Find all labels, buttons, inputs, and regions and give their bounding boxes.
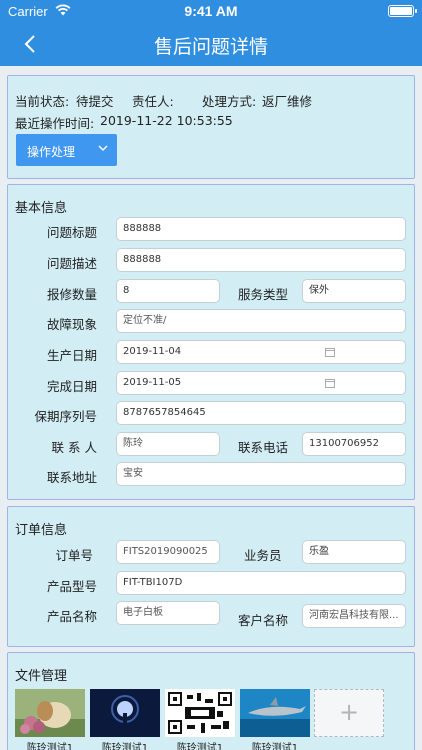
prod-date-label: 生产日期: [46, 348, 97, 363]
fault-label: 故障现象: [46, 317, 97, 332]
contact-field[interactable]: 陈玲: [116, 432, 220, 456]
sales-label: 业务员: [244, 548, 282, 563]
file-thumbnail[interactable]: [15, 689, 85, 737]
done-date-value: 2019-11-05: [123, 377, 182, 388]
order-no-label: 订单号: [55, 548, 93, 563]
customer-label: 客户名称: [238, 613, 289, 628]
issue-title-field[interactable]: 888888: [116, 217, 406, 241]
repair-qty-label: 报修数量: [46, 287, 97, 302]
files-card: 文件管理 陈玲测试1 陈玲测试1 陈玲测试1 陈玲测试1 +: [7, 652, 415, 750]
product-name-label: 产品名称: [46, 609, 97, 624]
basic-info-title: 基本信息: [15, 201, 68, 216]
action-dropdown-button[interactable]: 操作处理: [16, 134, 117, 166]
service-type-label: 服务类型: [238, 287, 289, 302]
repair-qty-field[interactable]: 8: [116, 279, 220, 303]
last-op-label: 最近操作时间:: [15, 116, 95, 131]
warranty-field[interactable]: 8787657854645: [116, 401, 406, 425]
issue-title-label: 问题标题: [46, 225, 97, 240]
phone-label: 联系电话: [238, 440, 289, 455]
clock: 9:41 AM: [184, 3, 238, 19]
file-thumbnail[interactable]: [240, 689, 310, 737]
order-info-title: 订单信息: [15, 523, 68, 538]
current-status-value: 待提交: [76, 94, 114, 109]
page-title: 售后问题详情: [153, 36, 268, 58]
file-caption: 陈玲测试1: [251, 743, 299, 750]
phone-field[interactable]: 13100706952: [302, 432, 406, 456]
file-thumbnail[interactable]: [165, 689, 235, 737]
status-card: 当前状态: 待提交 责任人: 处理方式: 返厂维修 最近操作时间: 2019-1…: [7, 75, 415, 179]
order-info-card: 订单信息 订单号 FITS2019090025 业务员 乐盈 产品型号 FIT-…: [7, 506, 415, 647]
basic-info-card: 基本信息 问题标题 888888 问题描述 888888 报修数量 8 服务类型…: [7, 184, 415, 500]
handling-value: 返厂维修: [262, 94, 313, 109]
battery-icon: [388, 5, 417, 17]
action-button-label: 操作处理: [27, 145, 76, 159]
address-label: 联系地址: [46, 470, 97, 485]
file-thumbnail[interactable]: [90, 689, 160, 737]
model-field[interactable]: FIT-TBI107D: [116, 571, 406, 595]
current-status-label: 当前状态:: [15, 94, 70, 109]
address-field[interactable]: 宝安: [116, 462, 406, 486]
file-caption: 陈玲测试1: [26, 743, 74, 750]
file-caption: 陈玲测试1: [176, 743, 224, 750]
customer-field[interactable]: 河南宏昌科技有限...: [302, 604, 406, 628]
handling-label: 处理方式:: [202, 94, 257, 109]
issue-desc-field[interactable]: 888888: [116, 248, 406, 272]
calendar-icon[interactable]: [325, 378, 335, 388]
sales-field[interactable]: 乐盈: [302, 540, 406, 564]
navbar: 售后问题详情: [0, 22, 422, 66]
fault-field[interactable]: 定位不准/: [116, 309, 406, 333]
done-date-field[interactable]: 2019-11-05: [116, 371, 406, 395]
order-no-field[interactable]: FITS2019090025: [116, 540, 220, 564]
files-title: 文件管理: [15, 669, 68, 684]
contact-label: 联 系 人: [51, 440, 97, 455]
prod-date-field[interactable]: 2019-11-04: [116, 340, 406, 364]
service-type-field[interactable]: 保外: [302, 279, 406, 303]
last-op-value: 2019-11-22 10:53:55: [100, 113, 233, 128]
file-caption: 陈玲测试1: [101, 743, 149, 750]
prod-date-value: 2019-11-04: [123, 346, 182, 357]
add-file-button[interactable]: +: [314, 689, 384, 737]
calendar-icon[interactable]: [325, 347, 335, 357]
done-date-label: 完成日期: [46, 379, 97, 394]
chevron-down-icon: [98, 145, 108, 152]
plus-icon: +: [338, 698, 360, 726]
model-label: 产品型号: [46, 579, 97, 594]
issue-desc-label: 问题描述: [46, 256, 97, 271]
product-name-field[interactable]: 电子白板: [116, 601, 220, 625]
owner-label: 责任人:: [132, 94, 174, 109]
status-bar: Carrier 9:41 AM: [0, 0, 422, 22]
warranty-label: 保期序列号: [34, 409, 97, 424]
